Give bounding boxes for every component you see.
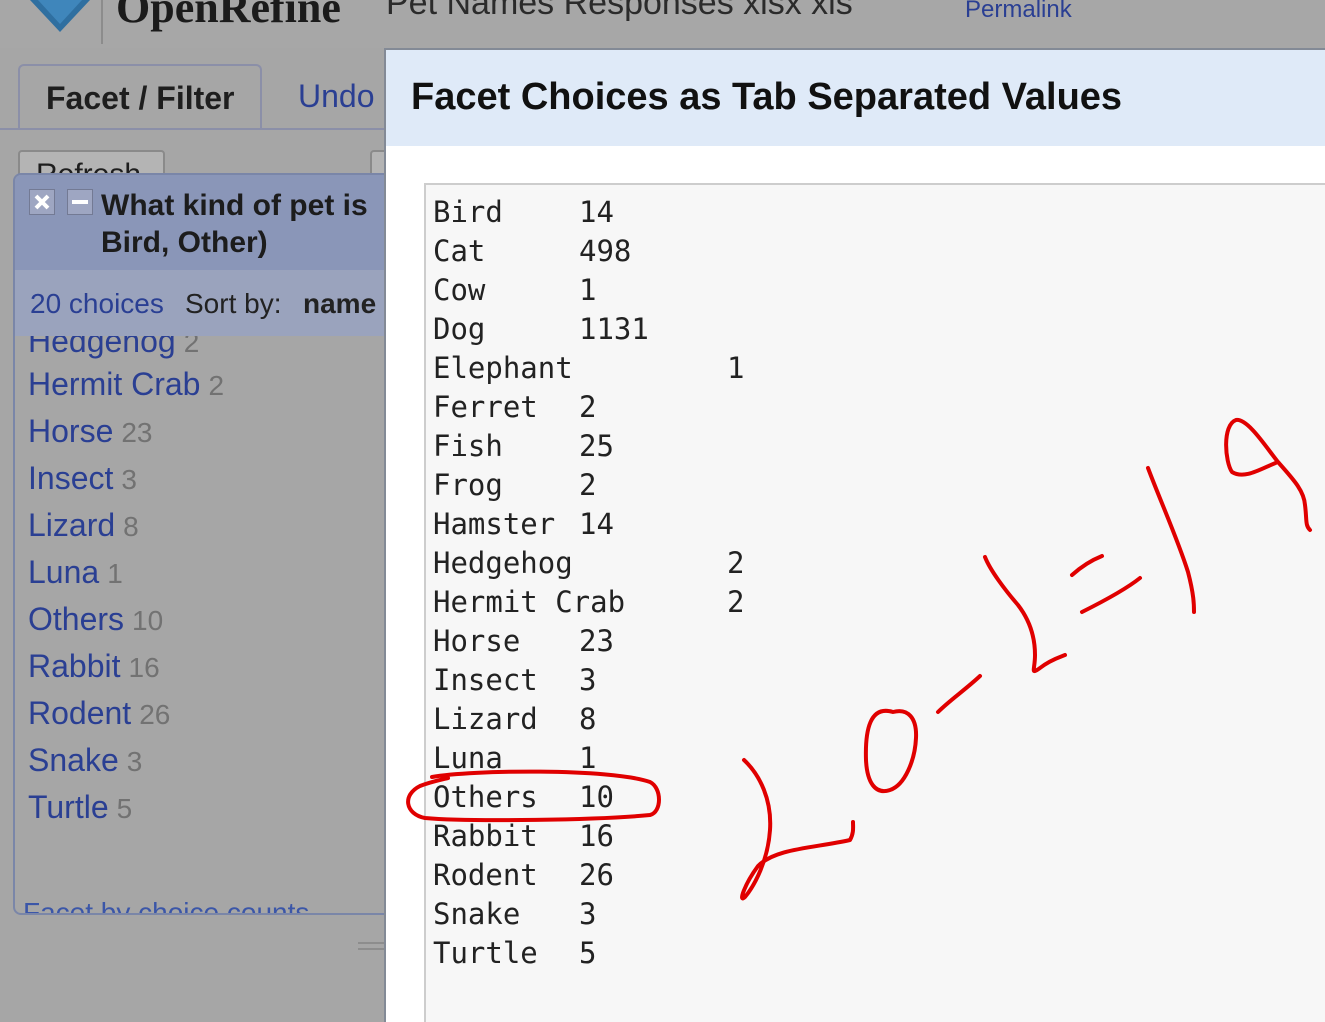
handwritten-annotation [406,418,1312,901]
